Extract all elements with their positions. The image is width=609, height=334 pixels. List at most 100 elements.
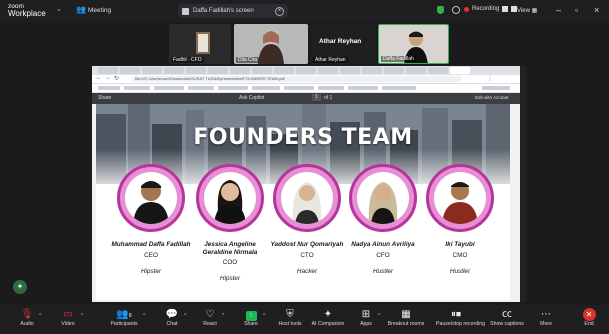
- browser-tab[interactable]: [296, 67, 316, 74]
- bookmark-item[interactable]: [382, 86, 416, 90]
- pdf-toolbar: Share Ask Copilot 1 of 1 Edit with Acrob…: [92, 93, 520, 104]
- maximize-icon[interactable]: ▫: [575, 5, 578, 15]
- pdf-share-button[interactable]: Share: [98, 95, 111, 101]
- share-label: Share: [244, 321, 258, 327]
- bookmark-item[interactable]: [284, 86, 314, 90]
- browser-tab[interactable]: [406, 67, 426, 74]
- participants-count: 8: [128, 313, 132, 319]
- browser-tab[interactable]: [274, 67, 294, 74]
- browser-tab[interactable]: [120, 67, 140, 74]
- back-icon[interactable]: ←: [96, 75, 102, 81]
- bookmark-item[interactable]: [482, 86, 510, 90]
- participant-name: Dila Cira: [236, 57, 260, 63]
- pause-recording-label: Pause/stop recording: [436, 321, 486, 327]
- info-icon[interactable]: [452, 6, 460, 14]
- react-options-chevron-icon[interactable]: ^: [222, 313, 224, 319]
- browser-tab[interactable]: [164, 67, 184, 74]
- browser-tab[interactable]: [362, 67, 382, 74]
- participants-label: Participants: [110, 321, 138, 327]
- share-options-chevron-icon[interactable]: ^: [263, 313, 265, 319]
- participant-tile-4[interactable]: Daffa Fadillah: [378, 24, 449, 64]
- bookmark-item[interactable]: [252, 86, 280, 90]
- member-type: Hustler: [372, 267, 394, 275]
- shared-window-scrollbar[interactable]: [520, 66, 526, 302]
- member-photo-ring: [349, 164, 417, 232]
- view-menu[interactable]: View ▦: [517, 7, 537, 14]
- audio-options-chevron-icon[interactable]: ^: [39, 313, 41, 319]
- security-shield-icon[interactable]: [437, 6, 444, 14]
- member-card: Nadya Ainun Avriliya CFO Hustler: [343, 241, 423, 275]
- bookmark-item[interactable]: [318, 86, 344, 90]
- apps-options-chevron-icon[interactable]: ^: [378, 313, 380, 319]
- bookmark-item[interactable]: [124, 86, 150, 90]
- member-photo: [125, 172, 177, 224]
- meeting-menu[interactable]: Meeting: [88, 7, 111, 14]
- bookmark-item[interactable]: [154, 86, 184, 90]
- bookmark-item[interactable]: [98, 86, 120, 90]
- recording-indicator[interactable]: Recording: [464, 6, 518, 12]
- pause-icon[interactable]: [502, 6, 509, 12]
- video-options-chevron-icon[interactable]: ^: [81, 313, 83, 319]
- browser-tab[interactable]: [340, 67, 360, 74]
- pdf-copilot-button[interactable]: Ask Copilot: [239, 95, 264, 101]
- breakout-rooms-label: Breakout rooms: [387, 321, 425, 327]
- browser-tab[interactable]: [98, 67, 118, 74]
- ai-summary-icon[interactable]: ✦: [13, 280, 27, 294]
- forward-icon[interactable]: →: [105, 75, 111, 81]
- pause-recording-button[interactable]: ⏸⏹ Pause/stop recording: [436, 308, 486, 327]
- bookmark-item[interactable]: [218, 86, 248, 90]
- close-window-icon[interactable]: ×: [594, 5, 599, 15]
- pause-stop-icon: ⏸⏹: [451, 309, 461, 320]
- breakout-rooms-button[interactable]: ▦ Breakout rooms: [386, 308, 426, 327]
- url-input[interactable]: file:///C:/Users/user/Downloads/SURAT TU…: [132, 76, 462, 82]
- member-name: Yaddost Nur Qomariyah: [270, 241, 344, 248]
- end-button[interactable]: ✕ End: [569, 308, 609, 327]
- chevron-down-icon[interactable]: ⌄: [56, 5, 62, 13]
- react-label: React: [203, 321, 217, 327]
- minimize-icon[interactable]: –: [556, 5, 561, 15]
- member-photo: [204, 172, 256, 224]
- browser-tab[interactable]: [230, 67, 250, 74]
- chat-options-chevron-icon[interactable]: ^: [184, 313, 186, 319]
- member-name: Nadya Ainun Avriliya: [351, 241, 415, 248]
- grid-icon: ▦: [401, 309, 411, 320]
- edit-with-acrobat-button[interactable]: Edit with Acrobat: [475, 95, 509, 100]
- member-name: Muhammad Daffa Fadillah: [111, 241, 191, 248]
- participant-name: Fadhil - CFO: [171, 57, 204, 63]
- browser-tab[interactable]: [318, 67, 338, 74]
- more-button[interactable]: ⋯ More: [526, 308, 566, 327]
- member-photo: [434, 172, 486, 224]
- member-role: CFO: [376, 251, 390, 259]
- show-captions-button[interactable]: ㏄ Show captions: [487, 308, 527, 327]
- browser-tab[interactable]: [252, 67, 272, 74]
- bookmark-item[interactable]: [188, 86, 214, 90]
- participants-button[interactable]: 👥8 Participants: [104, 308, 144, 327]
- participant-tile-2[interactable]: Dila Cira: [234, 24, 308, 64]
- ai-companion-label: AI Companion: [311, 321, 345, 327]
- participants-options-chevron-icon[interactable]: ^: [143, 313, 145, 319]
- member-role: COO: [222, 259, 238, 267]
- sparkle-icon: ✦: [323, 309, 333, 320]
- host-tools-button[interactable]: ⛨ Host tools: [270, 308, 310, 327]
- menu-dots-icon[interactable]: ⋮: [487, 75, 493, 82]
- reload-icon[interactable]: ↻: [114, 75, 119, 82]
- pdf-slide: FOUNDERS TEAM Muhammad Daffa Fadillah CE…: [96, 104, 510, 300]
- view-label: View: [517, 8, 530, 14]
- close-icon[interactable]: ×: [275, 6, 284, 16]
- browser-tab[interactable]: [186, 67, 206, 74]
- bookmark-item[interactable]: [348, 86, 378, 90]
- page-number-input[interactable]: 1: [312, 94, 321, 101]
- screen-share-indicator[interactable]: Daffa Fadillah's screen ×: [178, 4, 288, 18]
- browser-tab[interactable]: [208, 67, 228, 74]
- member-name: Iki Tayubi: [445, 241, 475, 248]
- browser-tab[interactable]: [384, 67, 404, 74]
- zoom-window: zoom Workplace ⌄ 👥 Meeting Daffa Fadilla…: [0, 0, 609, 334]
- browser-tab-active[interactable]: [450, 67, 470, 74]
- browser-tab[interactable]: [142, 67, 162, 74]
- ai-companion-button[interactable]: ✦ AI Companion: [308, 308, 348, 327]
- screen-icon: [182, 7, 189, 15]
- participant-name: Athar Reyhan: [313, 57, 348, 63]
- browser-tab[interactable]: [428, 67, 448, 74]
- top-bar: zoom Workplace ⌄ 👥 Meeting Daffa Fadilla…: [0, 0, 609, 22]
- participant-tile-1[interactable]: Fadhil - CFO: [169, 24, 231, 64]
